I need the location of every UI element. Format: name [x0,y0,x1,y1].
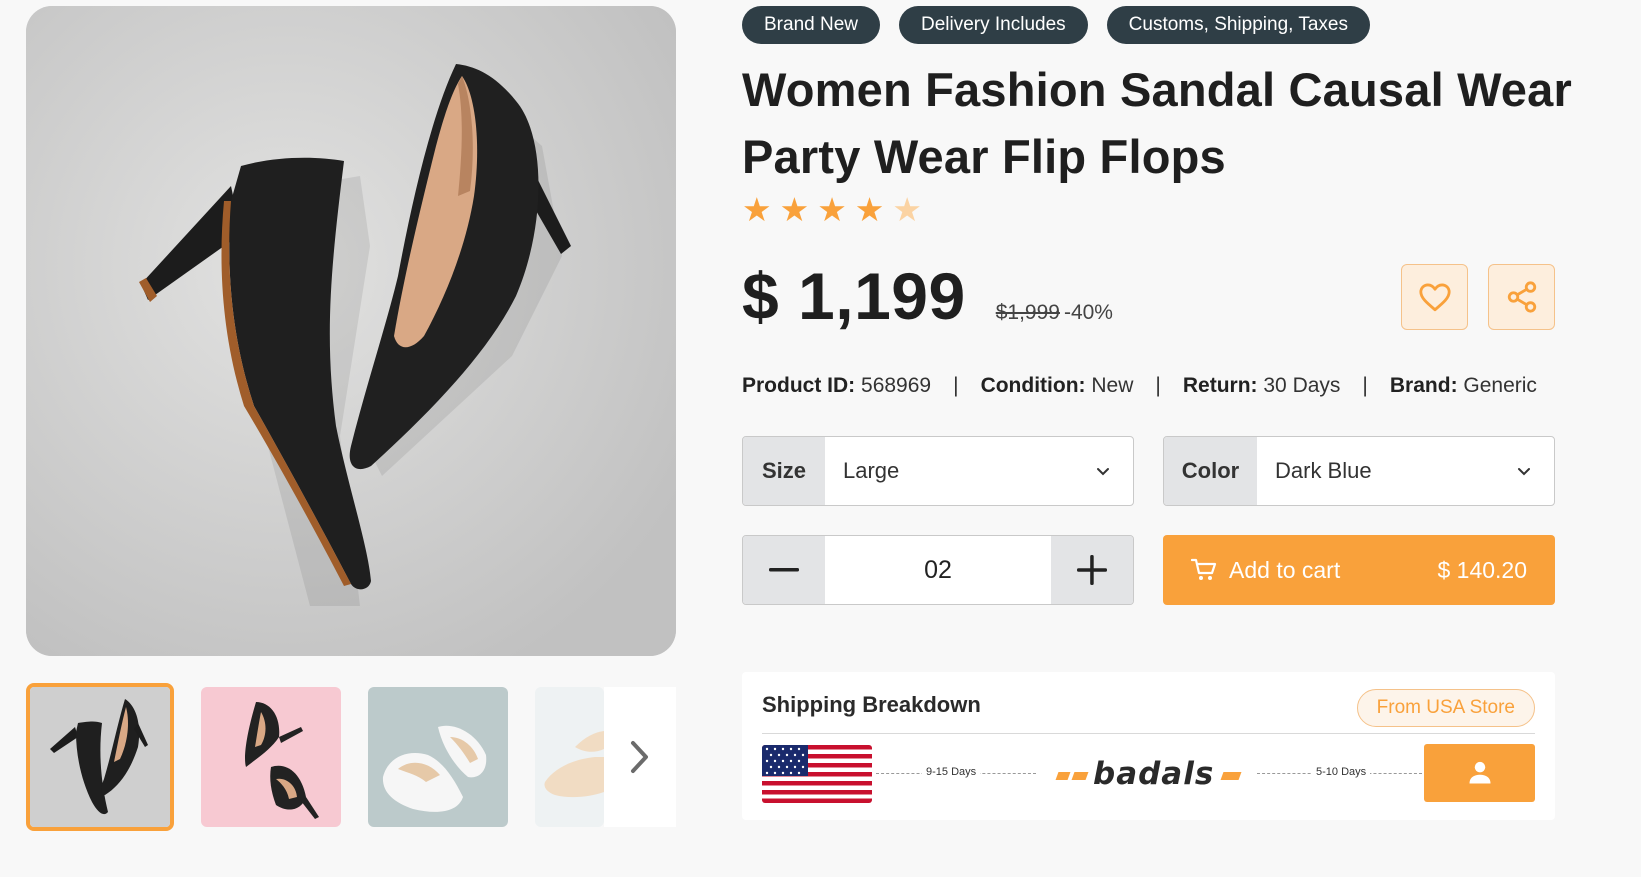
plus-icon [1077,555,1107,585]
condition-label: Condition: [980,374,1086,397]
minus-icon [769,568,799,572]
leg2-days: 5-10 Days [1312,766,1371,778]
logo-bar [1220,771,1242,780]
chevron-down-icon [1494,437,1554,505]
cart-icon [1191,558,1217,580]
size-value: Large [843,458,900,483]
product-meta: Product ID: 568969 | Condition: New | Re… [742,374,1537,398]
logo-text: badals [1093,756,1215,792]
badals-logo: badals [1055,756,1242,792]
meta-separator: | [1362,374,1368,397]
size-label: Size [743,437,825,505]
share-button[interactable] [1488,264,1555,330]
heart-icon [1418,283,1451,312]
divider [762,733,1535,734]
brand-label: Brand: [1389,374,1458,397]
user-icon [1469,761,1490,784]
product-title: Women Fashion Sandal Causal Wear Party W… [742,63,1572,183]
thumbnail-next-button[interactable] [604,687,676,827]
share-icon [1507,281,1536,313]
chevron-right-icon [631,741,648,773]
return-value: 30 Days [1263,374,1341,397]
meta-separator: | [1155,374,1161,397]
star-half-icon: ★ [892,191,922,228]
color-select[interactable]: Color Dark Blue [1163,436,1555,506]
quantity-increase-button[interactable] [1051,536,1133,604]
white-flats-thumb [368,687,508,827]
black-heels-thumb [30,687,170,827]
cart-amount: $ 140.20 [1437,556,1527,583]
thumbnail-strip [26,683,676,831]
shipping-title: Shipping Breakdown [762,692,981,717]
product-id-value: 568969 [861,374,932,397]
star-icon: ★ [742,191,772,228]
return-label: Return: [1182,374,1258,397]
cream-flats-thumb [535,687,604,827]
leg1-days: 9-15 Days [922,766,981,778]
thumbnail-1[interactable] [26,683,174,831]
quantity-stepper: 02 [742,535,1134,605]
thumbnail-3[interactable] [368,687,508,827]
color-value: Dark Blue [1275,458,1372,483]
star-icon: ★ [817,191,847,228]
add-to-cart-button[interactable]: Add to cart $ 140.20 [1163,535,1555,605]
usa-flag-icon [762,745,872,803]
product-id-label: Product ID: [742,374,856,397]
black-heels-pink-thumb [201,687,341,827]
current-price: $ 1,199 [742,259,966,333]
main-product-image [26,6,676,656]
discount-percent: -40% [1063,301,1113,324]
badge-delivery: Delivery Includes [899,6,1088,44]
old-price: $1,999 [995,301,1060,324]
meta-separator: | [953,374,959,397]
product-badges: Brand New Delivery Includes Customs, Shi… [742,6,1370,44]
shipping-breakdown: Shipping Breakdown From USA Store 9-15 D… [742,672,1555,820]
color-label: Color [1164,437,1257,505]
star-icon: ★ [854,191,885,228]
condition-value: New [1091,374,1134,397]
add-to-cart-label: Add to cart [1229,556,1341,583]
star-icon: ★ [779,191,810,228]
rating-stars: ★ ★ ★ ★ ★ [742,192,922,228]
badge-customs: Customs, Shipping, Taxes [1106,6,1370,44]
chevron-down-icon [1073,437,1133,505]
quantity-decrease-button[interactable] [743,536,825,604]
wishlist-button[interactable] [1401,264,1468,330]
price-row: $ 1,199 $1,999 -40% [742,258,1113,334]
size-select[interactable]: Size Large [742,436,1134,506]
user-destination-button[interactable] [1424,744,1535,802]
black-heels-image [26,6,676,656]
brand-value: Generic [1463,374,1537,397]
quantity-input[interactable]: 02 [825,536,1051,604]
logo-bar [1055,771,1071,780]
badge-brand-new: Brand New [742,6,880,44]
store-origin-badge: From USA Store [1356,689,1535,727]
thumbnail-2[interactable] [201,687,341,827]
thumbnail-4[interactable] [535,687,604,827]
logo-bar [1071,771,1089,780]
